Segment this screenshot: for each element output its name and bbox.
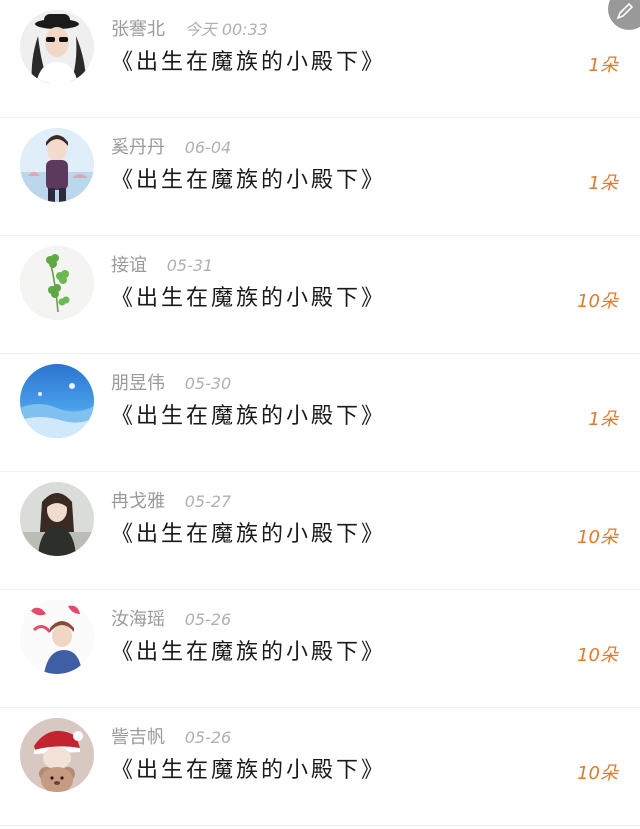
flower-count: 1朵 <box>588 409 618 430</box>
flower-count: 10朵 <box>577 763 618 784</box>
list-item[interactable]: 冉戈雅 05-27 《出生在魔族的小殿下》 10朵 <box>0 472 640 590</box>
list-item[interactable]: 訾吉帆 05-26 《出生在魔族的小殿下》 10朵 <box>0 708 640 826</box>
list-item[interactable]: 接谊 05-31 《出生在魔族的小殿下》 10朵 <box>0 236 640 354</box>
book-title: 《出生在魔族的小殿下》 <box>111 758 387 783</box>
sender-meta: 冉戈雅 05-27 <box>111 489 231 515</box>
woman-in-hat-avatar[interactable] <box>20 10 94 84</box>
sender-meta: 奚丹丹 06-04 <box>111 135 231 161</box>
anime-girl-avatar[interactable] <box>20 482 94 556</box>
sender-name: 奚丹丹 <box>111 137 165 158</box>
anime-boy-avatar[interactable] <box>20 128 94 202</box>
anime-character-avatar[interactable] <box>20 600 94 674</box>
sender-meta: 张謇北 今天 00:33 <box>111 17 268 43</box>
list-item[interactable]: 奚丹丹 06-04 《出生在魔族的小殿下》 1朵 <box>0 118 640 236</box>
sender-name: 朋昱伟 <box>111 373 165 394</box>
sender-name: 訾吉帆 <box>111 727 165 748</box>
book-title: 《出生在魔族的小殿下》 <box>111 404 387 429</box>
flower-count: 1朵 <box>588 173 618 194</box>
book-title: 《出生在魔族的小殿下》 <box>111 50 387 75</box>
sender-name: 冉戈雅 <box>111 491 165 512</box>
list-item[interactable]: 汝海瑶 05-26 《出生在魔族的小殿下》 10朵 <box>0 590 640 708</box>
flower-count: 10朵 <box>577 645 618 666</box>
flower-count: 10朵 <box>577 527 618 548</box>
teddy-bear-avatar[interactable] <box>20 718 94 792</box>
send-date: 05-26 <box>184 728 232 747</box>
send-date: 05-30 <box>184 374 232 393</box>
sender-name: 汝海瑶 <box>111 609 165 630</box>
blue-sky-avatar[interactable] <box>20 364 94 438</box>
book-title: 《出生在魔族的小殿下》 <box>111 286 387 311</box>
list-item[interactable]: 朋昱伟 05-30 《出生在魔族的小殿下》 1朵 <box>0 354 640 472</box>
sender-meta: 汝海瑶 05-26 <box>111 607 231 633</box>
gift-record-list: 张謇北 今天 00:33 《出生在魔族的小殿下》 1朵 奚丹丹 06-04 《出… <box>0 0 640 829</box>
sender-meta: 接谊 05-31 <box>111 253 213 279</box>
send-date: 05-26 <box>184 610 232 629</box>
book-title: 《出生在魔族的小殿下》 <box>111 522 387 547</box>
book-title: 《出生在魔族的小殿下》 <box>111 640 387 665</box>
flower-count: 1朵 <box>588 55 618 76</box>
sender-name: 接谊 <box>111 255 147 276</box>
sender-meta: 朋昱伟 05-30 <box>111 371 231 397</box>
send-date: 今天 00:33 <box>184 20 268 39</box>
list-item[interactable]: 张謇北 今天 00:33 《出生在魔族的小殿下》 1朵 <box>0 0 640 118</box>
clover-avatar[interactable] <box>20 246 94 320</box>
flower-count: 10朵 <box>577 291 618 312</box>
send-date: 06-04 <box>184 138 232 157</box>
send-date: 05-27 <box>184 492 232 511</box>
book-title: 《出生在魔族的小殿下》 <box>111 168 387 193</box>
sender-name: 张謇北 <box>111 19 165 40</box>
row-divider <box>0 825 640 826</box>
sender-meta: 訾吉帆 05-26 <box>111 725 231 751</box>
send-date: 05-31 <box>166 256 214 275</box>
